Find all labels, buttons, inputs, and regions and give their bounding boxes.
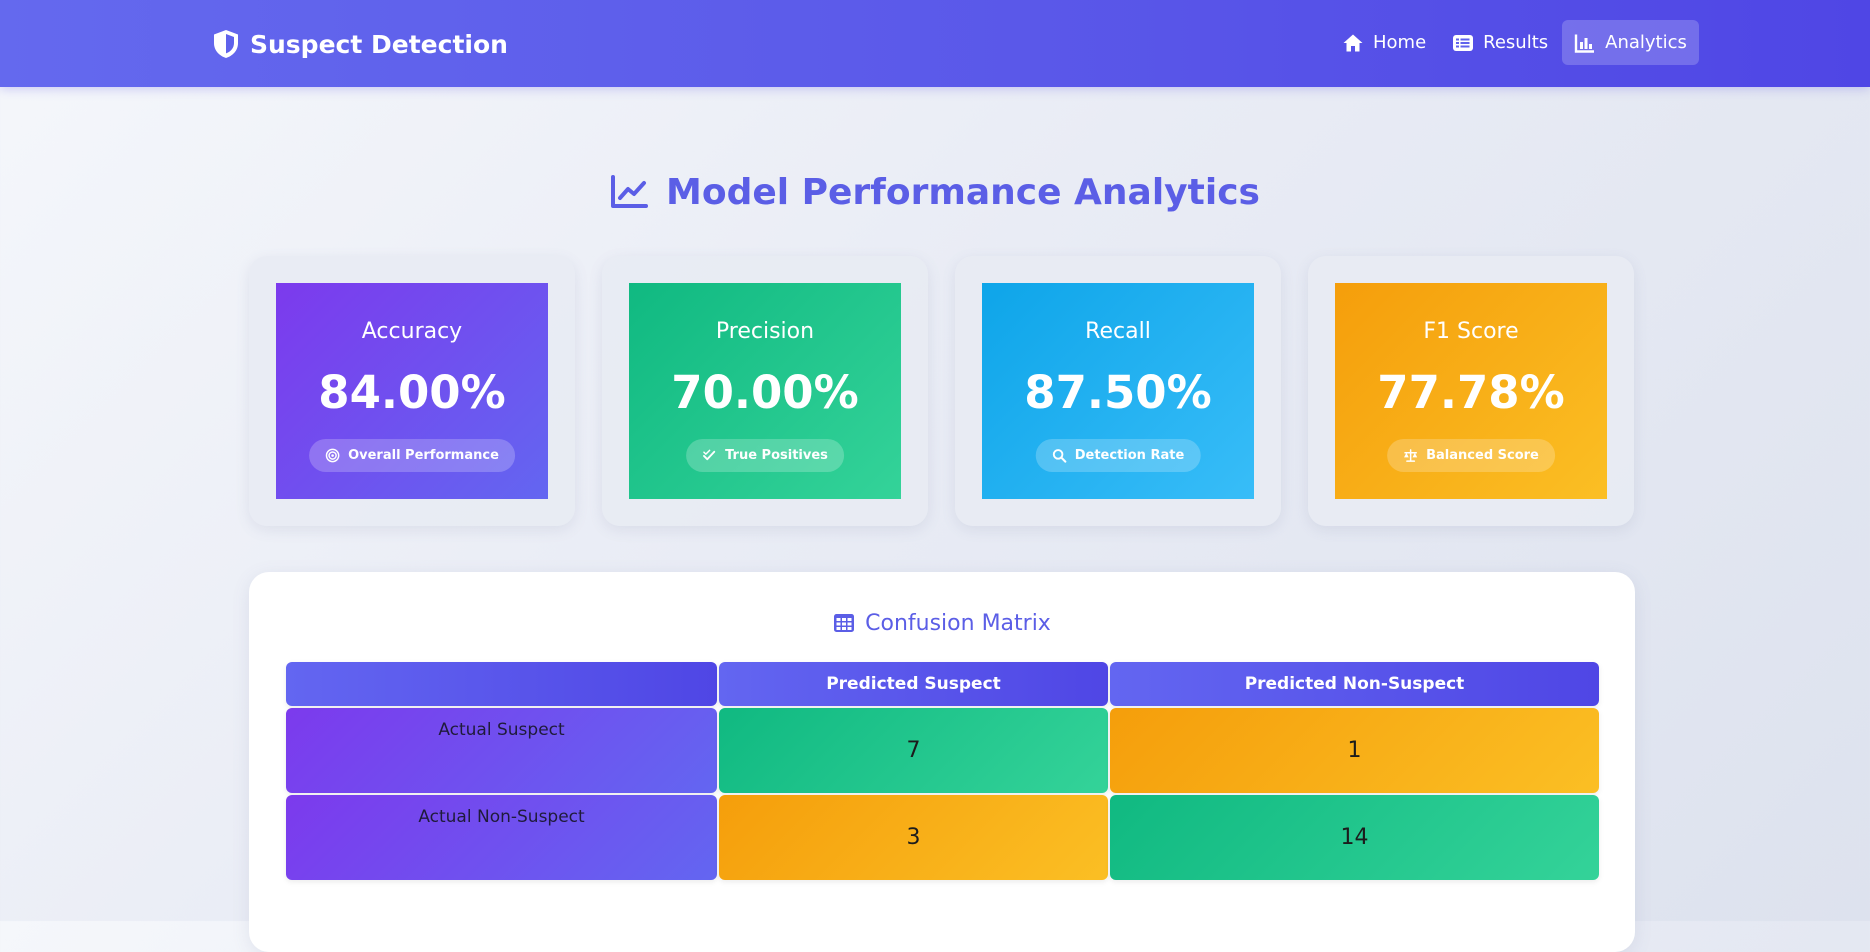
confusion-matrix-panel: Confusion Matrix Predicted Suspect Predi… [249, 572, 1635, 952]
metric-value: 84.00% [318, 366, 506, 419]
brand-name: Suspect Detection [250, 29, 508, 59]
line-chart-icon [611, 175, 649, 208]
metric-badge-label: True Positives [725, 448, 828, 463]
confusion-matrix-title-text: Confusion Matrix [865, 610, 1051, 636]
page-title: Model Performance Analytics [0, 168, 1870, 216]
matrix-row: Actual Suspect 7 1 [286, 708, 1599, 793]
metric-badge: True Positives [686, 439, 844, 472]
metric-label: Recall [1085, 319, 1151, 344]
confusion-matrix-title: Confusion Matrix [249, 608, 1635, 638]
metric-badge: Overall Performance [309, 439, 515, 472]
search-icon [1052, 449, 1067, 463]
metric-value: 87.50% [1024, 366, 1212, 419]
shield-icon [214, 30, 238, 58]
metric-value: 77.78% [1377, 366, 1565, 419]
nav-item-results[interactable]: Results [1440, 20, 1560, 65]
double-check-icon [703, 449, 716, 461]
matrix-cell-false-positive: 3 [719, 795, 1108, 880]
metric-badge-label: Overall Performance [348, 448, 499, 463]
metric-label: Precision [715, 319, 815, 344]
bar-chart-icon [1574, 34, 1595, 53]
nav-item-analytics[interactable]: Analytics [1562, 20, 1699, 65]
matrix-cell-true-positive: 7 [719, 708, 1108, 793]
table-icon [834, 614, 855, 632]
confusion-matrix-table: Predicted Suspect Predicted Non-Suspect … [286, 662, 1599, 882]
metric-badge: Balanced Score [1387, 439, 1555, 472]
matrix-col-header: Predicted Suspect [719, 662, 1108, 706]
metric-card-f1-score-inner: F1 Score 77.78% Balanced Score [1335, 283, 1607, 499]
metric-card-accuracy: Accuracy 84.00% Overall Performance [249, 256, 575, 526]
metric-card-precision-inner: Precision 70.00% True Positives [629, 283, 901, 499]
matrix-corner-header [286, 662, 717, 706]
nav-item-results-label: Results [1483, 32, 1549, 53]
metric-card-f1-score: F1 Score 77.78% Balanced Score [1308, 256, 1634, 526]
metric-badge: Detection Rate [1035, 439, 1201, 472]
matrix-cell-false-negative: 1 [1110, 708, 1599, 793]
brand[interactable]: Suspect Detection [212, 26, 508, 62]
main-nav: Home Results Analytics [1328, 20, 1699, 65]
home-icon [1343, 34, 1363, 51]
metric-badge-label: Balanced Score [1426, 448, 1539, 463]
metric-value: 70.00% [671, 366, 859, 419]
list-icon [1453, 34, 1474, 51]
metric-card-precision: Precision 70.00% True Positives [602, 256, 928, 526]
nav-item-home[interactable]: Home [1330, 20, 1438, 65]
metric-card-accuracy-inner: Accuracy 84.00% Overall Performance [276, 283, 548, 499]
metric-card-recall-inner: Recall 87.50% Detection Rate [982, 283, 1254, 499]
navbar: Suspect Detection Home Results Analytics [0, 0, 1870, 87]
page-title-text: Model Performance Analytics [666, 171, 1260, 213]
matrix-row-label: Actual Suspect [286, 708, 717, 793]
metric-badge-label: Detection Rate [1074, 448, 1185, 463]
balance-scale-icon [1404, 449, 1418, 462]
matrix-cell-true-negative: 14 [1110, 795, 1599, 880]
nav-item-home-label: Home [1373, 32, 1427, 53]
target-icon [325, 448, 340, 463]
matrix-row: Actual Non-Suspect 3 14 [286, 795, 1599, 880]
matrix-header-row: Predicted Suspect Predicted Non-Suspect [286, 662, 1599, 706]
nav-item-analytics-label: Analytics [1605, 32, 1687, 53]
matrix-row-label: Actual Non-Suspect [286, 795, 717, 880]
metric-label: Accuracy [361, 319, 463, 344]
metric-card-recall: Recall 87.50% Detection Rate [955, 256, 1281, 526]
matrix-col-header: Predicted Non-Suspect [1110, 662, 1599, 706]
metric-label: F1 Score [1423, 319, 1519, 344]
